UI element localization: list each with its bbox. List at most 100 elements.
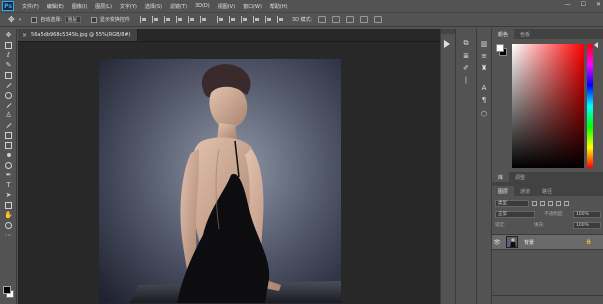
play-icon[interactable]	[444, 40, 450, 48]
3d-slide-icon[interactable]	[360, 16, 369, 23]
brush-presets-icon[interactable]: ✐	[461, 63, 471, 72]
tab-adjustments[interactable]: 调整	[509, 172, 531, 182]
close-tab-icon[interactable]: ×	[22, 32, 27, 39]
gradient-tool-icon[interactable]	[4, 141, 13, 149]
image-canvas[interactable]	[99, 59, 341, 303]
visibility-eye-icon[interactable]: 👁	[492, 239, 502, 246]
filter-pixel-icon[interactable]	[532, 200, 537, 206]
properties-icon[interactable]: ≣	[461, 51, 471, 60]
maximize-button[interactable]: ☐	[581, 1, 586, 8]
document-tab-title: 56a5db968c5345b.jpg @ 55%(RGB/8#)	[31, 32, 131, 38]
type-tool-icon[interactable]: T	[4, 181, 13, 189]
filter-shape-icon[interactable]	[556, 200, 561, 206]
opacity-field[interactable]: 100%	[573, 210, 601, 218]
menu-filter[interactable]: 滤镜(T)	[170, 3, 187, 10]
distribute-left-icon[interactable]	[252, 16, 260, 23]
quick-select-tool-icon[interactable]: ✎	[4, 61, 13, 69]
tab-swatches[interactable]: 色板	[514, 29, 536, 39]
lasso-tool-icon[interactable]: ℓ	[4, 51, 13, 59]
menu-help[interactable]: 帮助(H)	[270, 3, 288, 10]
align-top-icon[interactable]	[139, 16, 147, 23]
info-icon[interactable]: ≡	[479, 51, 489, 60]
history-icon[interactable]: ⧉	[461, 39, 471, 48]
menu-file[interactable]: 文件(F)	[22, 3, 39, 10]
tab-layers[interactable]: 图层	[492, 186, 515, 196]
navigator-icon[interactable]: ▥	[479, 39, 489, 48]
distribute-vcenter-icon[interactable]	[228, 16, 236, 23]
align-left-icon[interactable]	[175, 16, 183, 23]
auto-select-dropdown[interactable]: 图层	[64, 16, 81, 23]
menu-edit[interactable]: 编辑(E)	[47, 3, 64, 10]
dock-handle[interactable]	[441, 29, 455, 34]
menu-select[interactable]: 选择(S)	[145, 3, 162, 10]
move-tool-icon[interactable]: ✥	[4, 31, 13, 39]
paragraph-icon[interactable]: ¶	[479, 95, 489, 104]
filter-type-icon[interactable]	[548, 200, 553, 206]
distribute-hcenter-icon[interactable]	[264, 16, 272, 23]
menu-type[interactable]: 文字(Y)	[120, 3, 137, 10]
tab-libraries[interactable]: 库	[492, 172, 510, 182]
text-icon[interactable]: A	[479, 83, 489, 92]
3d-roll-icon[interactable]	[332, 16, 341, 23]
more-tools-icon[interactable]: ⋯	[4, 231, 13, 239]
color-picker-field[interactable]	[512, 44, 584, 168]
crop-tool-icon[interactable]	[4, 71, 13, 79]
3d-rotate-icon[interactable]	[318, 16, 327, 23]
tab-color[interactable]: 颜色	[492, 29, 515, 39]
window-controls: — ☐ ✕	[565, 1, 601, 8]
menu-layer[interactable]: 图层(L)	[95, 3, 112, 10]
show-transform-checkbox[interactable]	[90, 16, 97, 23]
move-tool-icon[interactable]: ✥	[8, 15, 15, 24]
blend-mode-dropdown[interactable]: 正常	[495, 210, 535, 218]
pen-tool-icon[interactable]: ✒	[4, 171, 13, 179]
tool-preset-chevron-icon[interactable]: ▾	[19, 17, 22, 23]
history-brush-tool-icon[interactable]	[4, 121, 13, 129]
layer-thumbnail-image	[507, 237, 517, 247]
library-panel-tabs: 库 调整	[491, 172, 603, 186]
marquee-tool-icon[interactable]	[4, 41, 13, 49]
menu-view[interactable]: 视图(V)	[218, 3, 235, 10]
panel-foreground-swatch[interactable]	[496, 44, 504, 52]
menu-window[interactable]: 窗口(W)	[243, 3, 262, 10]
layer-filter-row: 类型	[495, 199, 601, 207]
foreground-color-swatch[interactable]	[3, 286, 11, 294]
align-right-icon[interactable]	[199, 16, 207, 23]
layer-row-background[interactable]: 👁 背景 🔒	[492, 234, 603, 250]
menu-3d[interactable]: 3D(D)	[195, 3, 210, 9]
align-hcenter-icon[interactable]	[187, 16, 195, 23]
healing-brush-tool-icon[interactable]	[4, 91, 13, 99]
hue-slider[interactable]	[587, 44, 593, 168]
distribute-top-icon[interactable]	[216, 16, 224, 23]
fill-field[interactable]: 100%	[573, 221, 601, 229]
hand-tool-icon[interactable]: ✋	[4, 211, 13, 219]
layer-kind-dropdown[interactable]: 类型	[495, 199, 529, 207]
align-bottom-icon[interactable]	[163, 16, 171, 23]
minimize-button[interactable]: —	[565, 1, 571, 8]
clone-stamp-tool-icon[interactable]: ♙	[4, 111, 13, 119]
zoom-tool-icon[interactable]	[4, 221, 13, 229]
blur-tool-icon[interactable]	[4, 151, 13, 159]
filter-smart-icon[interactable]	[564, 200, 569, 206]
distribute-right-icon[interactable]	[276, 16, 284, 23]
character-icon[interactable]: ❘	[461, 75, 471, 84]
3d-cube-icon[interactable]: ⬡	[479, 109, 489, 118]
filter-adjust-icon[interactable]	[540, 200, 545, 206]
dodge-tool-icon[interactable]	[4, 161, 13, 169]
align-vcenter-icon[interactable]	[151, 16, 159, 23]
close-button[interactable]: ✕	[596, 1, 601, 8]
3d-scale-icon[interactable]	[374, 16, 383, 23]
eraser-tool-icon[interactable]	[4, 131, 13, 139]
document-tab[interactable]: × 56a5db968c5345b.jpg @ 55%(RGB/8#)	[18, 29, 138, 41]
path-select-tool-icon[interactable]: ➤	[4, 191, 13, 199]
menu-image[interactable]: 图像(I)	[72, 3, 87, 10]
hue-slider-handle-icon[interactable]	[594, 42, 598, 48]
actions-icon[interactable]: ♜	[479, 63, 489, 72]
3d-drag-icon[interactable]	[346, 16, 355, 23]
auto-select-checkbox[interactable]	[31, 16, 38, 23]
tab-paths[interactable]: 路径	[536, 186, 558, 196]
eyedropper-tool-icon[interactable]	[4, 81, 13, 89]
brush-tool-icon[interactable]	[4, 101, 13, 109]
rectangle-tool-icon[interactable]	[4, 201, 13, 209]
tab-channels[interactable]: 通道	[514, 186, 536, 196]
distribute-bottom-icon[interactable]	[240, 16, 248, 23]
